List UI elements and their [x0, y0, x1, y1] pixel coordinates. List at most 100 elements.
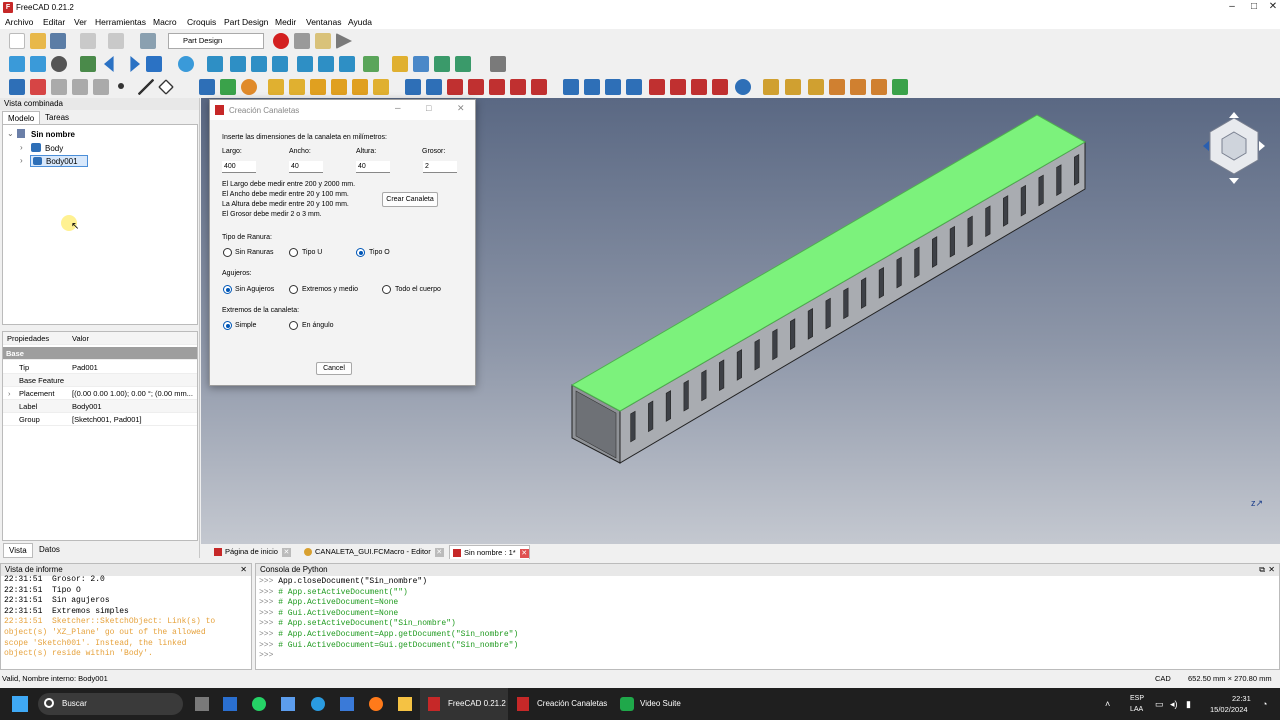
undo-icon[interactable] [80, 33, 96, 49]
fit-selection-icon[interactable] [30, 56, 46, 72]
polar-pattern-icon[interactable] [605, 79, 621, 95]
create-sketch-icon[interactable] [30, 79, 46, 95]
tab-pagina-inicio[interactable]: Página de inicio ✕ [211, 545, 291, 559]
chevron-right-icon[interactable]: › [20, 156, 23, 165]
file-explorer-icon[interactable] [398, 697, 412, 711]
datum-plane-icon[interactable] [158, 79, 174, 95]
clone-icon[interactable] [241, 79, 257, 95]
float-panel-icon[interactable]: ⧉ [1259, 565, 1265, 575]
close-tab-icon[interactable]: ✕ [519, 548, 529, 558]
sketch-icon[interactable] [93, 79, 109, 95]
taskbar-search[interactable]: Buscar [38, 693, 183, 715]
groove-icon[interactable] [447, 79, 463, 95]
menu-croquis[interactable]: Croquis [187, 17, 216, 27]
language-code[interactable]: ESP [1130, 693, 1144, 704]
prop-row[interactable]: Group [Sketch001, Pad001] [3, 413, 197, 426]
additive-helix-icon[interactable] [352, 79, 368, 95]
taskbar-creacion-canaletas[interactable]: Creación Canaletas [512, 688, 612, 720]
datum-point-icon[interactable] [118, 83, 124, 89]
radio-extremos-medio[interactable] [289, 285, 298, 294]
chevron-right-icon[interactable]: › [20, 143, 23, 152]
ancho-input[interactable] [289, 161, 323, 173]
left-view-icon[interactable] [339, 56, 355, 72]
chevron-up-icon[interactable]: ˄ [1105, 688, 1110, 720]
bottom-view-icon[interactable] [318, 56, 334, 72]
python-console[interactable]: Consola de Python ⧉ ✕ >>> App.closeDocum… [255, 563, 1280, 670]
minimize-button[interactable]: – [1221, 0, 1243, 15]
clock-date[interactable]: 15/02/2024 [1210, 704, 1248, 715]
draw-style-icon[interactable] [51, 56, 67, 72]
app-icon[interactable] [340, 697, 354, 711]
top-view-icon[interactable] [251, 56, 267, 72]
tab-macro-editor[interactable]: CANALETA_GUI.FCMacro - Editor ✕ [301, 545, 444, 559]
open-file-icon[interactable] [30, 33, 46, 49]
shape-binder-icon[interactable] [199, 79, 215, 95]
close-tab-icon[interactable]: ✕ [434, 547, 444, 557]
thickness-icon[interactable] [712, 79, 728, 95]
navigation-style[interactable]: CAD [1155, 672, 1171, 686]
pad-icon[interactable] [268, 79, 284, 95]
clock-time[interactable]: 22:31 [1232, 693, 1251, 704]
subtractive-primitive-icon[interactable] [531, 79, 547, 95]
link-actions-icon[interactable] [455, 56, 471, 72]
menu-ventanas[interactable]: Ventanas [306, 17, 341, 27]
forward-icon[interactable] [130, 56, 140, 72]
largo-input[interactable] [222, 161, 256, 173]
redo-icon[interactable] [108, 33, 124, 49]
design-icon-1[interactable] [829, 79, 845, 95]
navigation-cube[interactable] [1203, 112, 1265, 184]
boolean-icon[interactable] [735, 79, 751, 95]
subtractive-helix-icon[interactable] [510, 79, 526, 95]
notification-icon[interactable]: ◔ [1262, 688, 1267, 720]
involute-gear-icon[interactable] [785, 79, 801, 95]
tree-root-label[interactable]: Sin nombre [31, 130, 75, 139]
rear-view-icon[interactable] [297, 56, 313, 72]
menu-archivo[interactable]: Archivo [5, 17, 33, 27]
radio-sin-ranuras[interactable] [223, 248, 232, 257]
sprocket-icon[interactable] [763, 79, 779, 95]
part-icon[interactable] [392, 56, 408, 72]
mirrored-icon[interactable] [563, 79, 579, 95]
altura-input[interactable] [356, 161, 390, 173]
record-macro-icon[interactable] [273, 33, 289, 49]
tab-vista[interactable]: Vista [3, 543, 33, 558]
group-icon[interactable] [413, 56, 429, 72]
right-view-icon[interactable] [272, 56, 288, 72]
menu-medir[interactable]: Medir [275, 17, 296, 27]
sync-view-icon[interactable] [146, 56, 162, 72]
task-view-icon[interactable] [195, 697, 209, 711]
prop-row[interactable]: Base Feature [3, 374, 197, 387]
sketch-attach-icon[interactable] [72, 79, 88, 95]
battery-icon[interactable]: ▮ [1186, 688, 1191, 720]
stop-macro-icon[interactable] [294, 33, 310, 49]
measure-icon[interactable] [363, 56, 379, 72]
subtractive-loft-icon[interactable] [468, 79, 484, 95]
cancel-button[interactable]: Cancel [316, 362, 352, 375]
firefox-icon[interactable] [369, 697, 383, 711]
dialog-maximize-button[interactable]: □ [426, 103, 431, 113]
fit-all-icon[interactable] [9, 56, 25, 72]
subtractive-pipe-icon[interactable] [489, 79, 505, 95]
tab-modelo[interactable]: Modelo [2, 111, 41, 125]
linear-pattern-icon[interactable] [584, 79, 600, 95]
dialog-minimize-button[interactable]: – [395, 103, 401, 114]
subshape-binder-icon[interactable] [220, 79, 236, 95]
fillet-icon[interactable] [649, 79, 665, 95]
additive-pipe-icon[interactable] [331, 79, 347, 95]
radio-sin-agujeros[interactable] [223, 285, 232, 294]
close-button[interactable]: ✕ [1262, 0, 1280, 15]
radio-tipo-u[interactable] [289, 248, 298, 257]
prop-row[interactable]: › Placement [(0.00 0.00 1.00); 0.00 °; (0.… [3, 387, 197, 400]
menu-editar[interactable]: Editar [43, 17, 65, 27]
expand-icon[interactable]: ⌄ [7, 129, 14, 138]
tab-tareas[interactable]: Tareas [40, 111, 74, 124]
dialog-close-button[interactable]: ✕ [457, 103, 465, 114]
draft-icon[interactable] [691, 79, 707, 95]
grosor-input[interactable] [423, 161, 457, 173]
new-file-icon[interactable] [9, 33, 25, 49]
save-icon[interactable] [50, 33, 66, 49]
whatsapp-icon[interactable] [252, 697, 266, 711]
windows-start-icon[interactable] [12, 696, 28, 712]
isometric-view-icon[interactable] [207, 56, 223, 72]
chamfer-icon[interactable] [670, 79, 686, 95]
